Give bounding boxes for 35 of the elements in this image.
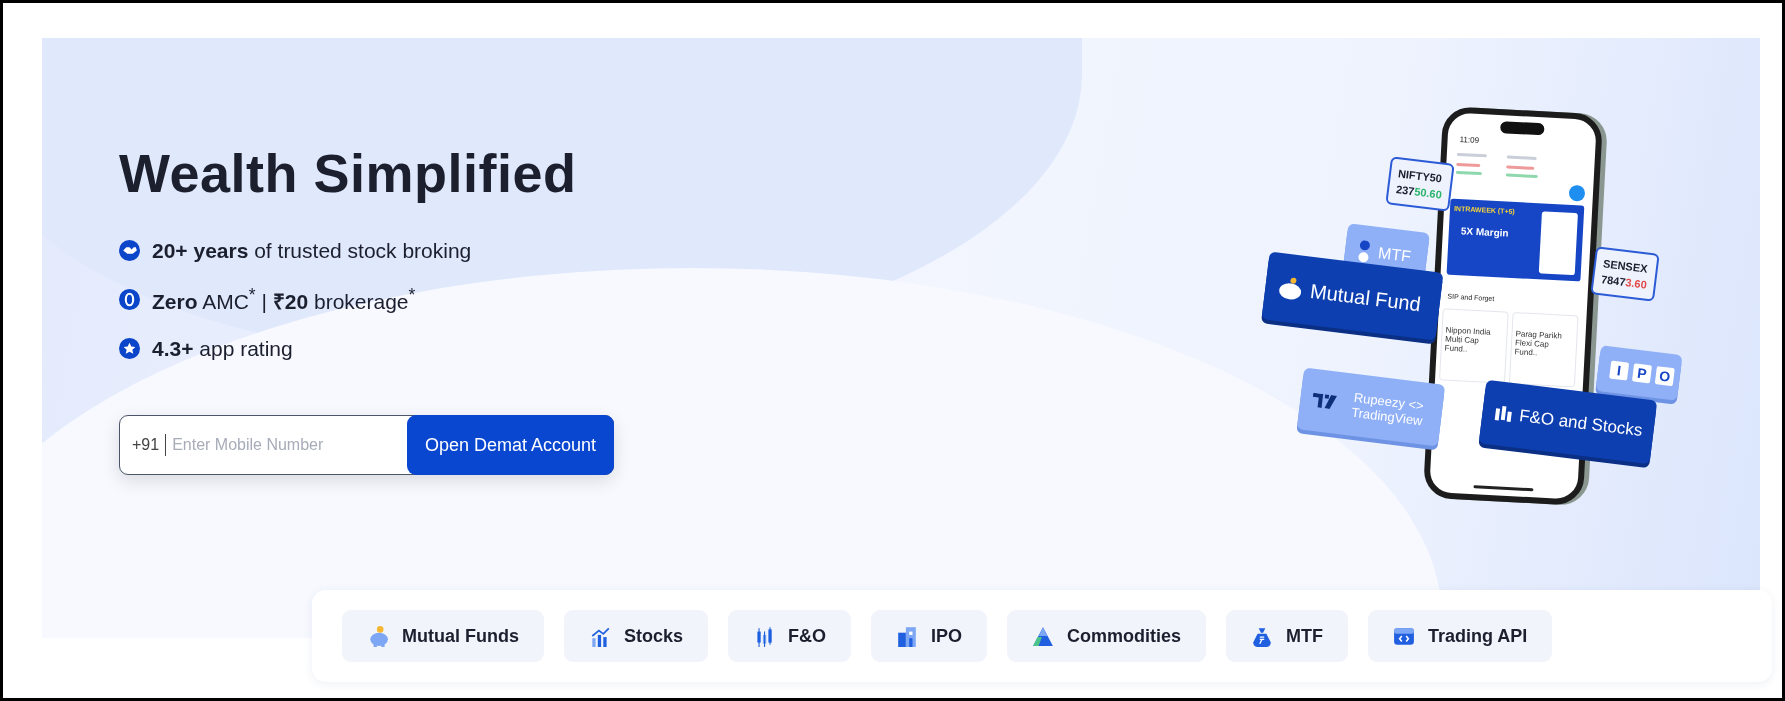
- bar-chart-icon: [589, 625, 611, 647]
- avatar-icon: [1568, 184, 1586, 202]
- triangle-icon: [1032, 625, 1055, 647]
- text-line: [1455, 170, 1482, 176]
- tradingview-logo-icon: [1311, 392, 1338, 410]
- feature-text: 4.3+ app rating: [152, 336, 293, 361]
- building-icon: [896, 625, 918, 647]
- text-line: [1505, 173, 1538, 179]
- banner-text: 5X Margin: [1460, 225, 1509, 239]
- product-tab[interactable]: MTF: [1226, 610, 1349, 662]
- zero-icon: [119, 289, 140, 310]
- handshake-icon: [119, 240, 140, 261]
- camera-notch: [1500, 121, 1545, 136]
- feature-card: Rupeezy <> TradingView: [1296, 367, 1446, 447]
- product-tab[interactable]: Commodities: [1007, 610, 1207, 662]
- hero-title: Wealth Simplified: [119, 142, 578, 204]
- open-account-button[interactable]: Open Demat Account: [406, 415, 614, 475]
- text-line: [1456, 162, 1481, 168]
- mobile-number-field[interactable]: +91 Enter Mobile Number Open Demat Account: [119, 415, 614, 475]
- country-code: +91: [120, 434, 167, 456]
- text-line: [1506, 165, 1535, 170]
- product-tab[interactable]: F&O: [728, 610, 851, 662]
- product-tab[interactable]: Mutual Funds: [342, 610, 544, 662]
- clock-time: 11:09: [1459, 135, 1480, 145]
- product-tab[interactable]: Trading API: [1368, 610, 1553, 662]
- code-window-icon: [1393, 625, 1416, 647]
- product-tab[interactable]: Stocks: [564, 610, 708, 662]
- text-line: [1506, 155, 1537, 161]
- feature-card: I P O: [1595, 345, 1683, 401]
- feature-text: 20+ years of trusted stock broking: [152, 238, 472, 263]
- product-tab[interactable]: IPO: [871, 610, 988, 662]
- money-bag-icon: [1251, 625, 1274, 647]
- text-line: [1456, 152, 1487, 158]
- home-indicator: [1473, 485, 1534, 492]
- feature-text: Zero AMC$^{*}$ | ₹20 brokerage$^{*}$: [152, 284, 416, 315]
